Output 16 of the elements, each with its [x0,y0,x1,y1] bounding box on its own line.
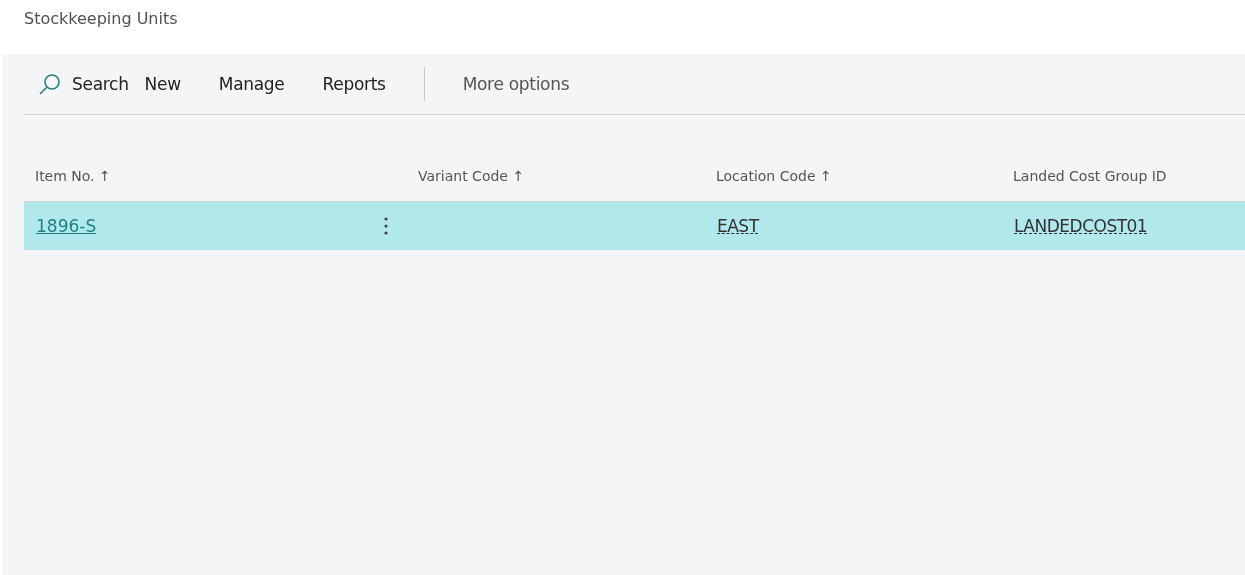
page-title: Stockkeeping Units [23,8,179,30]
column-header[interactable]: Location Code ↑ [705,166,1002,201]
table-cell[interactable]: LANDEDCOST01 [1014,216,1148,236]
column-header[interactable]: Item No. ↑ [24,166,406,201]
column-header[interactable]: Variant Code ↑ [406,166,705,201]
item-link[interactable]: 1896-S [36,216,97,236]
toolbar-action[interactable]: New [144,74,181,94]
search-button[interactable]: Search [38,72,129,96]
toolbar-action[interactable]: Manage [218,74,285,94]
toolbar-action[interactable]: Reports [322,74,386,94]
column-header[interactable]: Landed Cost Group ID [1002,166,1245,201]
search-icon [38,72,62,96]
table-row[interactable]: 1896-S EAST LANDEDCOST01 [24,202,1245,250]
table-cell[interactable]: EAST [717,216,759,236]
more-options-button[interactable]: More options [462,74,570,94]
more-icon[interactable] [384,216,388,236]
